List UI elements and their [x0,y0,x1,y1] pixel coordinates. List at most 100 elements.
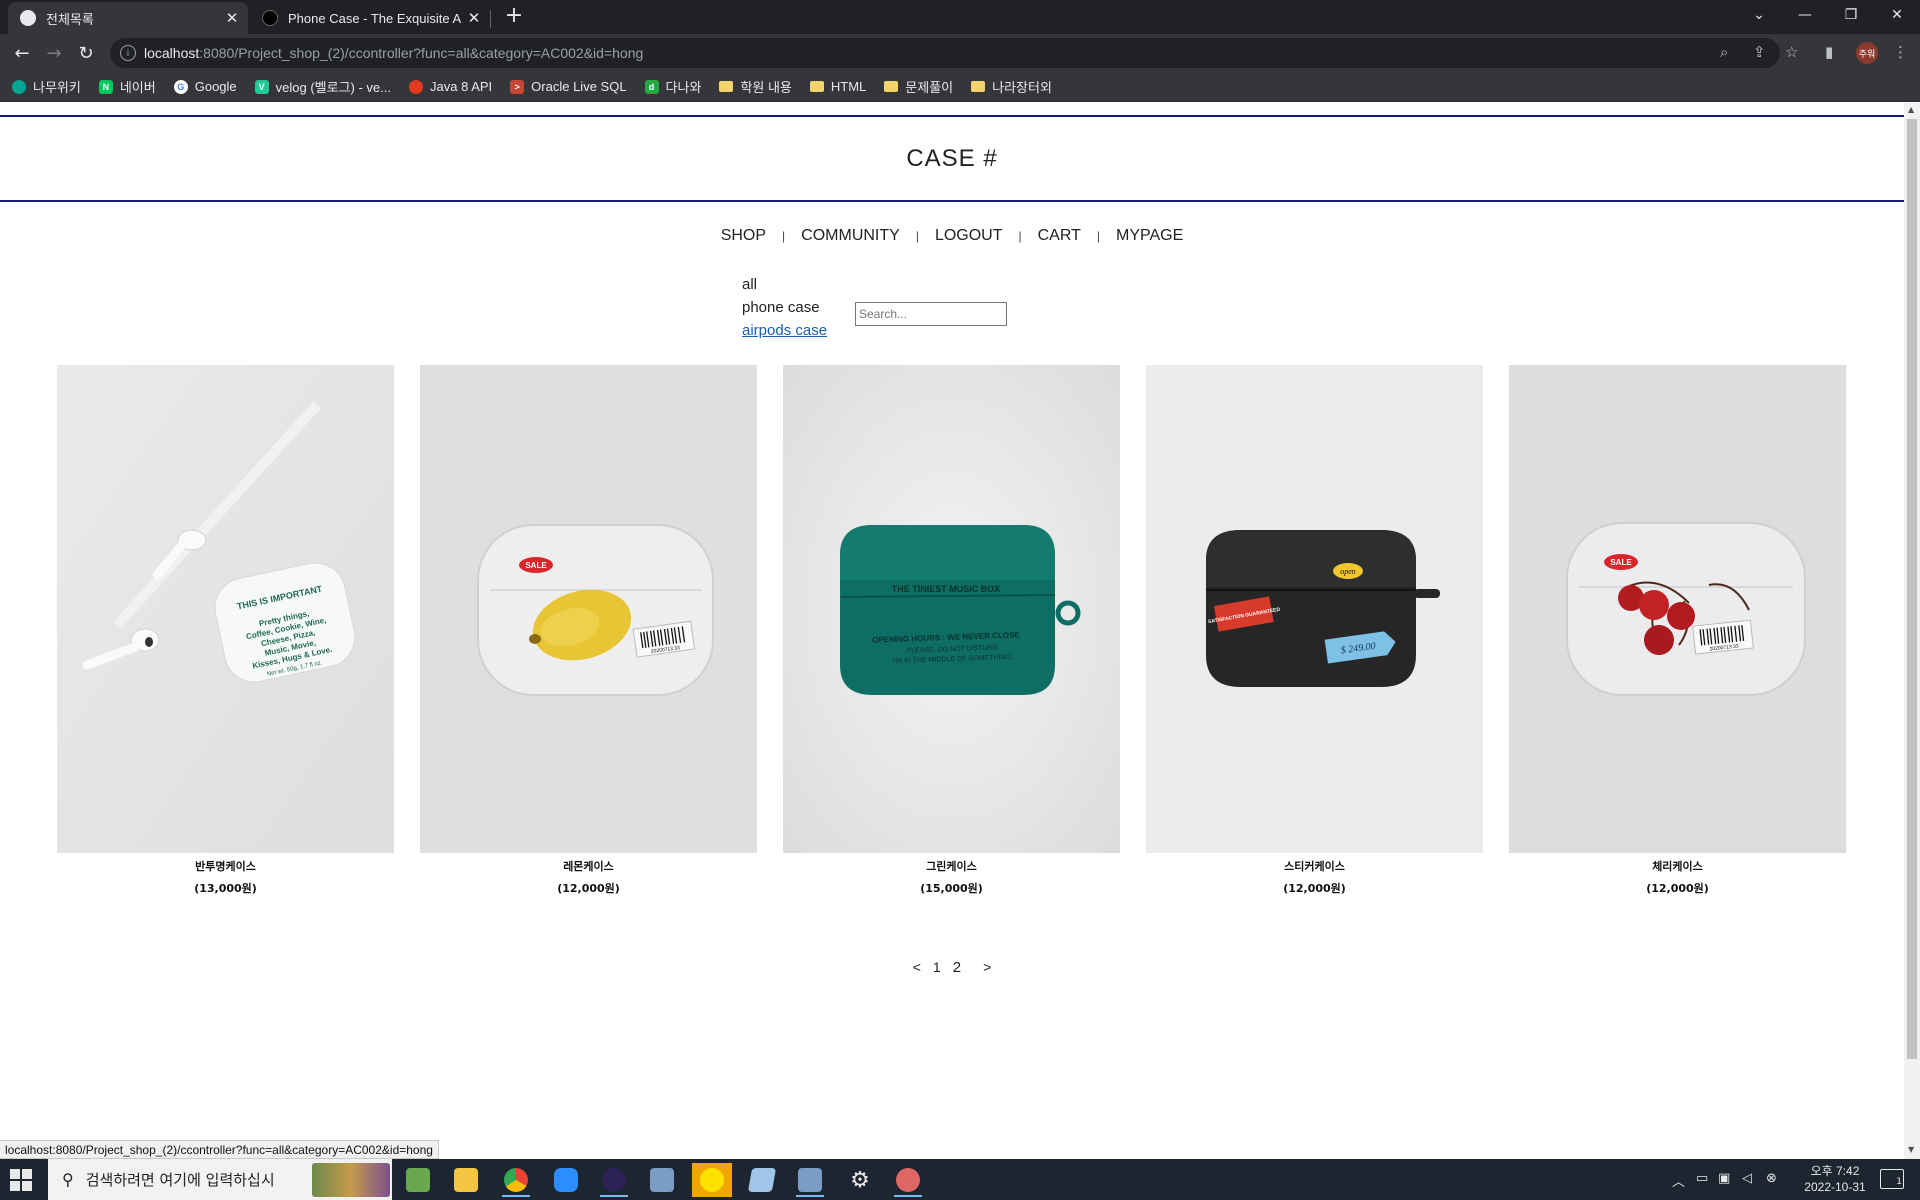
bookmark-java-api[interactable]: Java 8 API [409,79,492,94]
tab-phone-case[interactable]: Phone Case - The Exquisite Arc ✕ [250,2,490,34]
url-path: :8080/Project_shop_(2)/ccontroller?func=… [199,45,644,61]
bookmark-google[interactable]: G Google [173,79,237,94]
bookmark-danawa[interactable]: d 다나와 [644,77,701,96]
address-bar[interactable]: i localhost :8080/Project_shop_(2)/ccont… [110,38,1780,68]
network-icon[interactable]: ▣ [1718,1171,1730,1186]
search-highlight-image[interactable] [312,1163,390,1197]
category-phone-case[interactable]: phone case [742,296,827,319]
bookmark-folder-problems[interactable]: 문제풀이 [884,77,953,96]
product-photo[interactable]: open SATISFACTION GUARANTEED $ 249.00 [1146,365,1483,853]
product-photo[interactable]: SALE 20200713 33 [420,365,757,853]
globe-icon [20,10,36,26]
restore-button[interactable]: ❐ [1828,0,1874,30]
scroll-up-icon[interactable]: ▲ [1908,105,1914,114]
folder-icon [809,81,824,92]
product-card[interactable]: SALE 20200713 33 레몬케이스 (12,000원) [420,365,757,896]
tray-chevron-icon[interactable]: ︿ [1672,1171,1685,1190]
reload-button[interactable]: ↻ [72,39,100,67]
next-page-button[interactable]: > [983,959,991,976]
close-tab-icon[interactable]: ✕ [462,9,486,27]
product-name[interactable]: 스티커케이스 [1146,858,1483,874]
scroll-down-icon[interactable]: ▼ [1908,1145,1914,1154]
taskbar-notes-icon[interactable] [742,1163,782,1197]
bookmark-naver[interactable]: N 네이버 [98,77,156,96]
notification-center-icon[interactable]: 1 [1880,1169,1904,1189]
nav-cart[interactable]: CART [1038,227,1081,245]
profile-avatar[interactable]: 주워 [1856,42,1878,64]
nav-separator: | [915,229,919,243]
zoom-icon[interactable]: ⌕ [1720,43,1728,61]
taskbar-zoom-icon[interactable] [546,1163,586,1197]
side-panel-icon[interactable]: ▮ [1825,43,1833,61]
taskbar-kakaotalk-icon[interactable] [692,1163,732,1197]
taskbar-chrome-icon[interactable] [496,1163,536,1197]
taskbar-snipping-icon[interactable] [888,1163,928,1197]
product-price: (15,000원) [920,882,983,895]
product-name[interactable]: 반투명케이스 [57,858,394,874]
page-scrollbar[interactable]: ▲ ▼ [1904,103,1920,1159]
product-card[interactable]: THE TINIEST MUSIC BOX OPENING HOURS : WE… [783,365,1120,896]
web-page: CASE # SHOP | COMMUNITY | LOGOUT | CART … [0,103,1904,1159]
window-close-button[interactable]: ✕ [1874,0,1920,30]
new-tab-button[interactable]: + [500,3,528,28]
bookmark-oracle-live-sql[interactable]: > Oracle Live SQL [510,79,627,94]
bookmark-folder-html[interactable]: HTML [809,79,866,94]
volume-muted-icon[interactable]: ◁ [1742,1171,1752,1186]
bookmark-label: 네이버 [119,80,156,95]
product-photo[interactable]: SALE 20200713 33 [1509,365,1846,853]
bookmark-star-icon[interactable]: ☆ [1785,43,1798,61]
bookmark-velog[interactable]: Vvelog (벨로그) - ve... [254,77,391,96]
product-name[interactable]: 그린케이스 [783,858,1120,874]
product-name[interactable]: 체리케이스 [1509,858,1846,874]
taskbar-notepad-icon[interactable] [398,1163,438,1197]
folder-icon [884,81,899,92]
taskbar-media-icon[interactable] [790,1163,830,1197]
page-link-2[interactable]: 2 [953,959,961,976]
product-card[interactable]: THIS IS IMPORTANT Pretty things, Coffee,… [57,365,394,896]
prev-page-button[interactable]: < [913,959,921,976]
windows-start-icon[interactable] [10,1169,32,1191]
nav-logout[interactable]: LOGOUT [935,227,1003,245]
taskbar-file-explorer-icon[interactable] [446,1163,486,1197]
taskbar-server-icon[interactable] [642,1163,682,1197]
product-photo[interactable]: THE TINIEST MUSIC BOX OPENING HOURS : WE… [783,365,1120,853]
taskbar-clock[interactable]: 오후 7:42 2022-10-31 [1790,1163,1880,1195]
taskbar-eclipse-icon[interactable] [594,1163,634,1197]
tab-product-list[interactable]: 전체목록 ✕ [8,2,248,34]
bookmark-folder-narajangteo[interactable]: 나라장터외 [971,77,1052,96]
share-icon[interactable]: ⇪ [1753,43,1766,61]
clock-date: 2022-10-31 [1804,1180,1866,1194]
site-info-icon[interactable]: i [120,45,136,61]
bookmark-folder-academy[interactable]: 학원 내용 [719,77,792,96]
category-airpods-case[interactable]: airpods case [742,319,827,342]
nav-community[interactable]: COMMUNITY [801,227,900,245]
minimize-button[interactable]: — [1782,0,1828,30]
ime-status-icon[interactable]: ⊗ [1766,1171,1777,1186]
product-name[interactable]: 레몬케이스 [420,858,757,874]
product-photo[interactable]: THIS IS IMPORTANT Pretty things, Coffee,… [57,365,394,853]
main-nav: SHOP | COMMUNITY | LOGOUT | CART | MYPAG… [0,227,1904,245]
close-tab-icon[interactable]: ✕ [220,9,244,27]
back-button[interactable]: ← [8,39,36,67]
nav-shop[interactable]: SHOP [721,227,766,245]
tray-device-icon[interactable]: ▭ [1696,1171,1708,1186]
nav-separator: | [1096,229,1101,243]
bookmark-namuwiki[interactable]: 나무위키 [12,77,81,96]
search-input[interactable] [855,302,1007,326]
forward-button[interactable]: → [40,39,68,67]
url-host: localhost [144,45,200,61]
taskbar-settings-icon[interactable]: ⚙ [840,1163,880,1197]
browser-menu-icon[interactable]: ⋮ [1893,43,1908,61]
category-list: all phone case airpods case [742,273,827,342]
product-grid: THIS IS IMPORTANT Pretty things, Coffee,… [57,365,1846,896]
product-card[interactable]: SALE 20200713 33 체리케이스 (12,000원) [1509,365,1846,896]
category-all[interactable]: all [742,273,827,296]
browser-tab-bar: 전체목록 ✕ Phone Case - The Exquisite Arc ✕ … [0,0,1920,34]
nav-mypage[interactable]: MYPAGE [1116,227,1183,245]
scrollbar-thumb[interactable] [1907,119,1917,1059]
brand-title[interactable]: CASE # [906,145,997,173]
bookmark-label: 문제풀이 [905,80,954,95]
product-card[interactable]: open SATISFACTION GUARANTEED $ 249.00 스티… [1146,365,1483,896]
page-link-1[interactable]: 1 [933,959,941,976]
tab-search-icon[interactable]: ⌄ [1736,0,1782,30]
